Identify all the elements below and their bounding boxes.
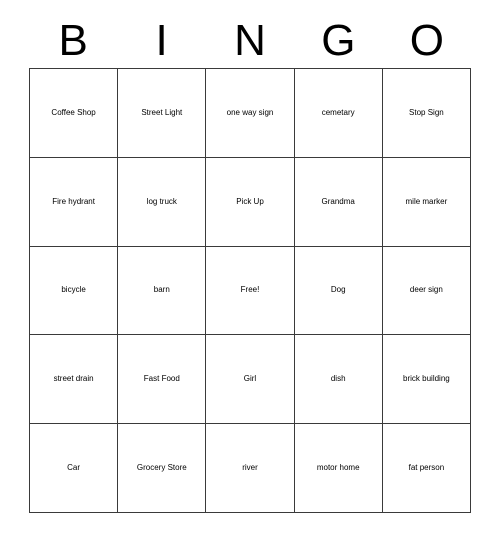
bingo-cell-label: cemetary bbox=[321, 107, 355, 117]
bingo-cell-label: Grandma bbox=[321, 196, 355, 206]
bingo-cell-label: Dog bbox=[330, 285, 346, 295]
bingo-cell-label: deer sign bbox=[409, 285, 443, 295]
bingo-cell-r2c1[interactable]: Fire hydrant bbox=[30, 157, 119, 247]
bingo-cell-r4c5[interactable]: brick building bbox=[382, 335, 471, 425]
bingo-cell-label: Free! bbox=[240, 285, 260, 295]
bingo-cell-label: dish bbox=[330, 374, 346, 384]
bingo-cell-r4c4[interactable]: dish bbox=[294, 335, 383, 425]
bingo-cell-label: Coffee Shop bbox=[51, 107, 96, 117]
bingo-header-letter-n: N bbox=[234, 16, 266, 65]
bingo-cell-r5c4[interactable]: motor home bbox=[294, 424, 383, 513]
bingo-cell-label: Girl bbox=[243, 374, 257, 384]
bingo-cell-label: motor home bbox=[316, 462, 360, 472]
bingo-header-letter-o: O bbox=[409, 16, 444, 65]
bingo-cell-label: Car bbox=[67, 462, 81, 472]
bingo-grid: Coffee Shop Street Light one way sign ce… bbox=[29, 68, 471, 513]
bingo-cell-label: Fast Food bbox=[143, 374, 180, 384]
bingo-cell-label: fat person bbox=[408, 462, 445, 472]
bingo-cell-free-space[interactable]: Free! bbox=[206, 246, 295, 336]
bingo-cell-label: brick building bbox=[403, 374, 450, 384]
bingo-cell-r3c5[interactable]: deer sign bbox=[382, 246, 471, 336]
bingo-cell-label: Grocery Store bbox=[136, 462, 187, 472]
bingo-cell-label: Street Light bbox=[141, 107, 183, 117]
bingo-cell-r1c3[interactable]: one way sign bbox=[206, 69, 295, 158]
bingo-cell-r2c2[interactable]: log truck bbox=[118, 157, 207, 247]
bingo-cell-r3c4[interactable]: Dog bbox=[294, 246, 383, 336]
bingo-cell-r4c1[interactable]: street drain bbox=[30, 335, 119, 425]
bingo-cell-label: one way sign bbox=[226, 107, 274, 117]
bingo-header-letter-i: I bbox=[155, 16, 168, 65]
bingo-cell-r2c5[interactable]: mile marker bbox=[382, 157, 471, 247]
bingo-cell-label: barn bbox=[153, 285, 170, 295]
bingo-cell-r1c4[interactable]: cemetary bbox=[294, 69, 383, 158]
bingo-cell-r1c5[interactable]: Stop Sign bbox=[382, 69, 471, 158]
bingo-cell-label: log truck bbox=[146, 196, 177, 206]
bingo-cell-r3c2[interactable]: barn bbox=[118, 246, 207, 336]
bingo-header-row: B I N G O bbox=[29, 14, 471, 68]
bingo-cell-label: Pick Up bbox=[236, 196, 264, 206]
bingo-cell-r5c1[interactable]: Car bbox=[30, 424, 119, 513]
bingo-cell-r5c3[interactable]: river bbox=[206, 424, 295, 513]
bingo-cell-r5c5[interactable]: fat person bbox=[382, 424, 471, 513]
bingo-header-letter-b: B bbox=[58, 16, 88, 65]
bingo-header-letter-g: G bbox=[321, 16, 356, 65]
bingo-cell-r5c2[interactable]: Grocery Store bbox=[118, 424, 207, 513]
bingo-cell-label: bicycle bbox=[61, 285, 86, 295]
bingo-cell-r4c2[interactable]: Fast Food bbox=[118, 335, 207, 425]
bingo-cell-r3c1[interactable]: bicycle bbox=[30, 246, 119, 336]
bingo-cell-r2c4[interactable]: Grandma bbox=[294, 157, 383, 247]
bingo-card: B I N G O Coffee Shop Street Light one w… bbox=[0, 0, 500, 544]
bingo-cell-r1c1[interactable]: Coffee Shop bbox=[30, 69, 119, 158]
bingo-cell-r2c3[interactable]: Pick Up bbox=[206, 157, 295, 247]
bingo-cell-label: street drain bbox=[53, 374, 94, 384]
bingo-cell-r4c3[interactable]: Girl bbox=[206, 335, 295, 425]
bingo-cell-label: mile marker bbox=[405, 196, 448, 206]
bingo-cell-label: Fire hydrant bbox=[52, 196, 95, 206]
bingo-cell-r1c2[interactable]: Street Light bbox=[118, 69, 207, 158]
bingo-cell-label: river bbox=[242, 462, 258, 472]
bingo-cell-label: Stop Sign bbox=[409, 107, 444, 117]
